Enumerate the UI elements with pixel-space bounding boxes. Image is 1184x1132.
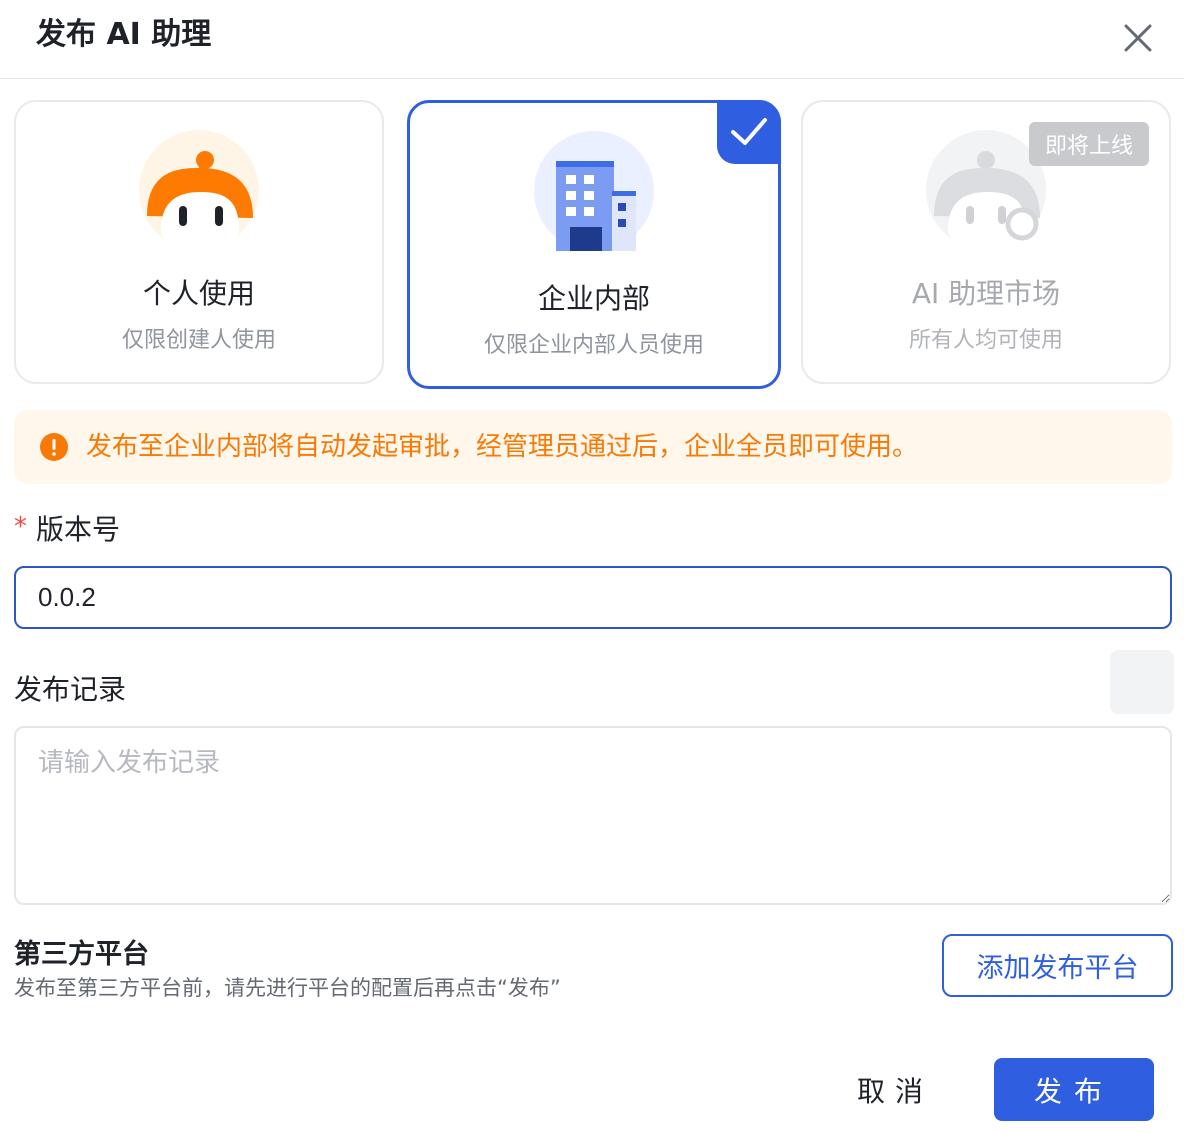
version-label: 版本号 <box>36 513 121 546</box>
add-platform-button[interactable]: 添加发布平台 <box>942 934 1173 997</box>
option-name: 企业内部 <box>537 282 650 315</box>
coming-soon-badge: 即将上线 <box>1028 122 1149 166</box>
dialog-header: 发布 AI 助理 <box>0 0 1184 79</box>
option-card-enterprise[interactable]: 企业内部 仅限企业内部人员使用 <box>407 100 781 389</box>
building-icon <box>534 131 654 251</box>
release-notes-input[interactable] <box>14 726 1172 905</box>
version-input[interactable] <box>14 566 1172 629</box>
option-name: AI 助理市场 <box>911 277 1061 310</box>
approval-notice: 发布至企业内部将自动发起审批，经管理员通过后，企业全员即可使用。 <box>14 410 1172 484</box>
option-desc: 仅限创建人使用 <box>121 328 276 353</box>
option-name: 个人使用 <box>142 277 255 310</box>
option-card-personal[interactable]: 个人使用 仅限创建人使用 <box>14 100 384 384</box>
option-desc: 仅限企业内部人员使用 <box>483 333 704 358</box>
dialog-title: 发布 AI 助理 <box>36 17 212 52</box>
check-icon <box>731 118 767 145</box>
third-party-title: 第三方平台 <box>14 939 149 970</box>
cancel-button[interactable]: 取消 <box>840 1060 950 1120</box>
notice-text: 发布至企业内部将自动发起审批，经管理员通过后，企业全员即可使用。 <box>86 432 919 462</box>
third-party-desc: 发布至第三方平台前，请先进行平台的配置后再点击“发布” <box>14 976 561 1000</box>
selected-check-badge <box>717 100 781 164</box>
option-card-market: AI 助理市场 所有人均可使用 即将上线 <box>801 100 1171 384</box>
required-mark: * <box>14 512 27 542</box>
notes-tool-button[interactable] <box>1110 650 1174 714</box>
publish-button[interactable]: 发布 <box>994 1058 1154 1121</box>
option-desc: 所有人均可使用 <box>908 328 1063 353</box>
robot-avatar-icon <box>139 130 259 250</box>
close-icon[interactable] <box>1120 20 1156 56</box>
release-notes-label: 发布记录 <box>14 673 127 706</box>
warning-icon <box>40 433 68 461</box>
